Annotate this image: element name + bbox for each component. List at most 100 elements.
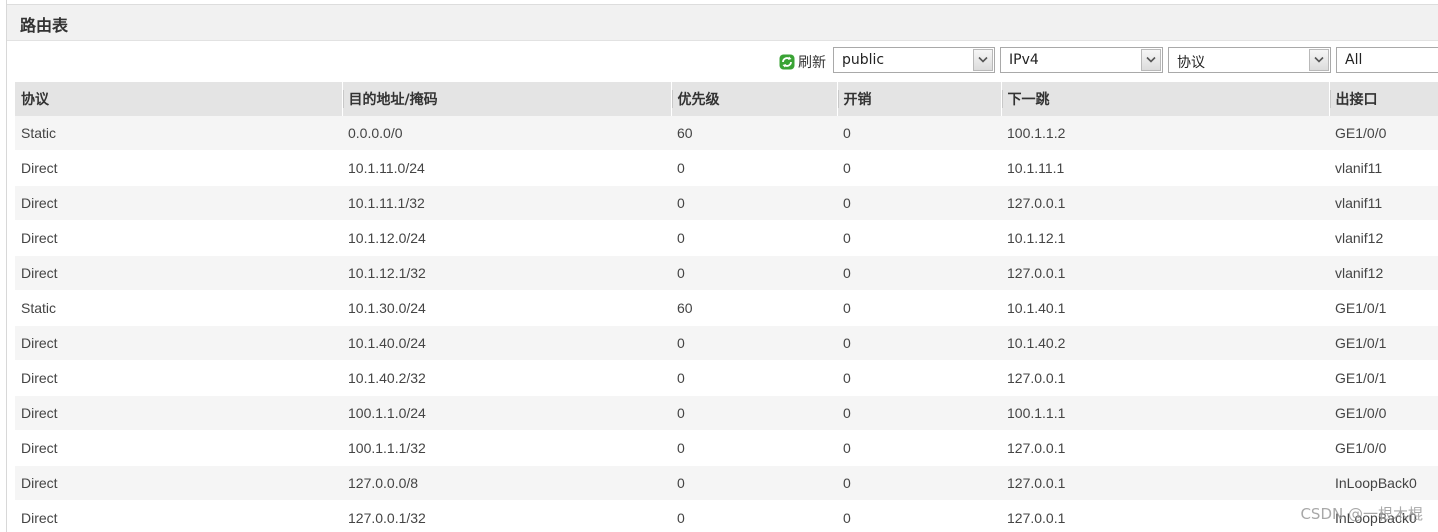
toolbar: 刷新 public IPv4 协议 All — [7, 40, 1438, 82]
table-row[interactable]: Direct 100.1.1.1/32 0 0 127.0.0.1 GE1/0/0 — [15, 430, 1438, 466]
cell-next-hop: 127.0.0.1 — [1001, 185, 1329, 221]
cell-destination: 100.1.1.0/24 — [342, 395, 671, 431]
cell-next-hop: 10.1.40.1 — [1001, 290, 1329, 326]
watermark: CSDN @一根木棍 — [1300, 505, 1423, 523]
refresh-icon — [779, 54, 795, 70]
column-header-destination[interactable]: 目的地址/掩码 — [342, 82, 672, 116]
cell-interface: vlanif12 — [1329, 255, 1438, 291]
cell-protocol: Direct — [15, 150, 342, 186]
cell-preference: 0 — [671, 395, 837, 431]
cell-protocol: Direct — [15, 395, 342, 431]
table-row[interactable]: Static 0.0.0.0/0 60 0 100.1.1.2 GE1/0/0 — [15, 116, 1438, 151]
cell-destination: 10.1.40.0/24 — [342, 325, 671, 361]
table-row[interactable]: Direct 10.1.40.2/32 0 0 127.0.0.1 GE1/0/1 — [15, 360, 1438, 396]
column-header-interface[interactable]: 出接口 — [1329, 82, 1438, 116]
cell-next-hop: 127.0.0.1 — [1001, 255, 1329, 291]
cell-next-hop: 127.0.0.1 — [1001, 430, 1329, 466]
ip-version-value: IPv4 — [1009, 52, 1039, 68]
chevron-down-icon[interactable] — [973, 49, 993, 71]
cell-preference: 0 — [671, 430, 837, 466]
cell-interface: GE1/0/0 — [1329, 430, 1438, 466]
cell-protocol: Direct — [15, 360, 342, 396]
cell-cost: 0 — [837, 290, 1001, 326]
cell-preference: 0 — [671, 465, 837, 501]
cell-preference: 0 — [671, 500, 837, 532]
table-row[interactable]: Direct 127.0.0.0/8 0 0 127.0.0.1 InLoopBack0 — [15, 465, 1438, 501]
cell-next-hop: 10.1.40.2 — [1001, 325, 1329, 361]
cell-preference: 60 — [671, 116, 837, 151]
cell-preference: 0 — [671, 360, 837, 396]
cell-interface: GE1/0/0 — [1329, 395, 1438, 431]
cell-protocol: Static — [15, 290, 342, 326]
panel-header: 路由表 — [7, 4, 1438, 41]
column-header-protocol[interactable]: 协议 — [15, 82, 343, 116]
table-row[interactable]: Direct 10.1.12.0/24 0 0 10.1.12.1 vlanif12 — [15, 220, 1438, 256]
cell-preference: 0 — [671, 325, 837, 361]
cell-cost: 0 — [837, 430, 1001, 466]
cell-cost: 0 — [837, 500, 1001, 532]
table-row[interactable]: Direct 10.1.12.1/32 0 0 127.0.0.1 vlanif12 — [15, 255, 1438, 291]
cell-interface: GE1/0/1 — [1329, 290, 1438, 326]
filter-select[interactable]: All — [1336, 47, 1438, 73]
panel-title: 路由表 — [20, 16, 69, 35]
cell-protocol: Direct — [15, 500, 342, 532]
cell-protocol: Direct — [15, 255, 342, 291]
cell-cost: 0 — [837, 220, 1001, 256]
cell-next-hop: 10.1.11.1 — [1001, 150, 1329, 186]
cell-next-hop: 127.0.0.1 — [1001, 360, 1329, 396]
cell-preference: 0 — [671, 220, 837, 256]
ip-version-select[interactable]: IPv4 — [1000, 47, 1163, 73]
cell-next-hop: 127.0.0.1 — [1001, 500, 1329, 532]
table-row[interactable]: Direct 127.0.0.1/32 0 0 127.0.0.1 InLoopBack0 — [15, 500, 1438, 532]
cell-cost: 0 — [837, 150, 1001, 186]
protocol-value: 协议 — [1177, 55, 1205, 71]
cell-protocol: Static — [15, 116, 342, 151]
cell-destination: 127.0.0.1/32 — [342, 500, 671, 532]
chevron-down-icon[interactable] — [1141, 49, 1161, 71]
table-row[interactable]: Direct 10.1.40.0/24 0 0 10.1.40.2 GE1/0/1 — [15, 325, 1438, 361]
cell-next-hop: 10.1.12.1 — [1001, 220, 1329, 256]
cell-protocol: Direct — [15, 465, 342, 501]
cell-protocol: Direct — [15, 325, 342, 361]
cell-interface: InLoopBack0 — [1329, 465, 1438, 501]
table-row[interactable]: Direct 10.1.11.1/32 0 0 127.0.0.1 vlanif11 — [15, 185, 1438, 221]
cell-interface: vlanif11 — [1329, 150, 1438, 186]
cell-destination: 10.1.12.0/24 — [342, 220, 671, 256]
protocol-select[interactable]: 协议 — [1168, 47, 1331, 73]
refresh-label: 刷新 — [798, 55, 826, 71]
routing-table: 协议 目的地址/掩码 优先级 开销 下一跳 出接口 Static 0.0.0.0/… — [15, 82, 1438, 532]
column-header-cost[interactable]: 开销 — [837, 82, 1002, 116]
chevron-down-icon[interactable] — [1309, 49, 1329, 71]
table-header-row: 协议 目的地址/掩码 优先级 开销 下一跳 出接口 — [15, 82, 1438, 116]
cell-cost: 0 — [837, 465, 1001, 501]
cell-preference: 0 — [671, 185, 837, 221]
cell-destination: 10.1.11.0/24 — [342, 150, 671, 186]
cell-interface: vlanif12 — [1329, 220, 1438, 256]
cell-interface: vlanif11 — [1329, 185, 1438, 221]
cell-destination: 10.1.11.1/32 — [342, 185, 671, 221]
refresh-button[interactable]: 刷新 — [779, 52, 826, 72]
filter-value: All — [1345, 52, 1363, 68]
cell-preference: 60 — [671, 290, 837, 326]
cell-protocol: Direct — [15, 220, 342, 256]
cell-destination: 100.1.1.1/32 — [342, 430, 671, 466]
cell-destination: 127.0.0.0/8 — [342, 465, 671, 501]
cell-preference: 0 — [671, 255, 837, 291]
cell-cost: 0 — [837, 360, 1001, 396]
vpn-instance-select[interactable]: public — [833, 47, 995, 73]
column-header-preference[interactable]: 优先级 — [671, 82, 838, 116]
cell-destination: 10.1.12.1/32 — [342, 255, 671, 291]
cell-next-hop: 100.1.1.2 — [1001, 116, 1329, 151]
cell-protocol: Direct — [15, 430, 342, 466]
cell-cost: 0 — [837, 255, 1001, 291]
cell-destination: 0.0.0.0/0 — [342, 116, 671, 151]
cell-cost: 0 — [837, 395, 1001, 431]
cell-cost: 0 — [837, 185, 1001, 221]
table-row[interactable]: Direct 10.1.11.0/24 0 0 10.1.11.1 vlanif11 — [15, 150, 1438, 186]
table-row[interactable]: Static 10.1.30.0/24 60 0 10.1.40.1 GE1/0/1 — [15, 290, 1438, 326]
table-row[interactable]: Direct 100.1.1.0/24 0 0 100.1.1.1 GE1/0/0 — [15, 395, 1438, 431]
cell-cost: 0 — [837, 116, 1001, 151]
column-header-next-hop[interactable]: 下一跳 — [1001, 82, 1330, 116]
cell-cost: 0 — [837, 325, 1001, 361]
routing-table-panel: 路由表 刷新 public IPv4 协议 All 协议 目的地址/掩码 优先级… — [6, 0, 1438, 532]
